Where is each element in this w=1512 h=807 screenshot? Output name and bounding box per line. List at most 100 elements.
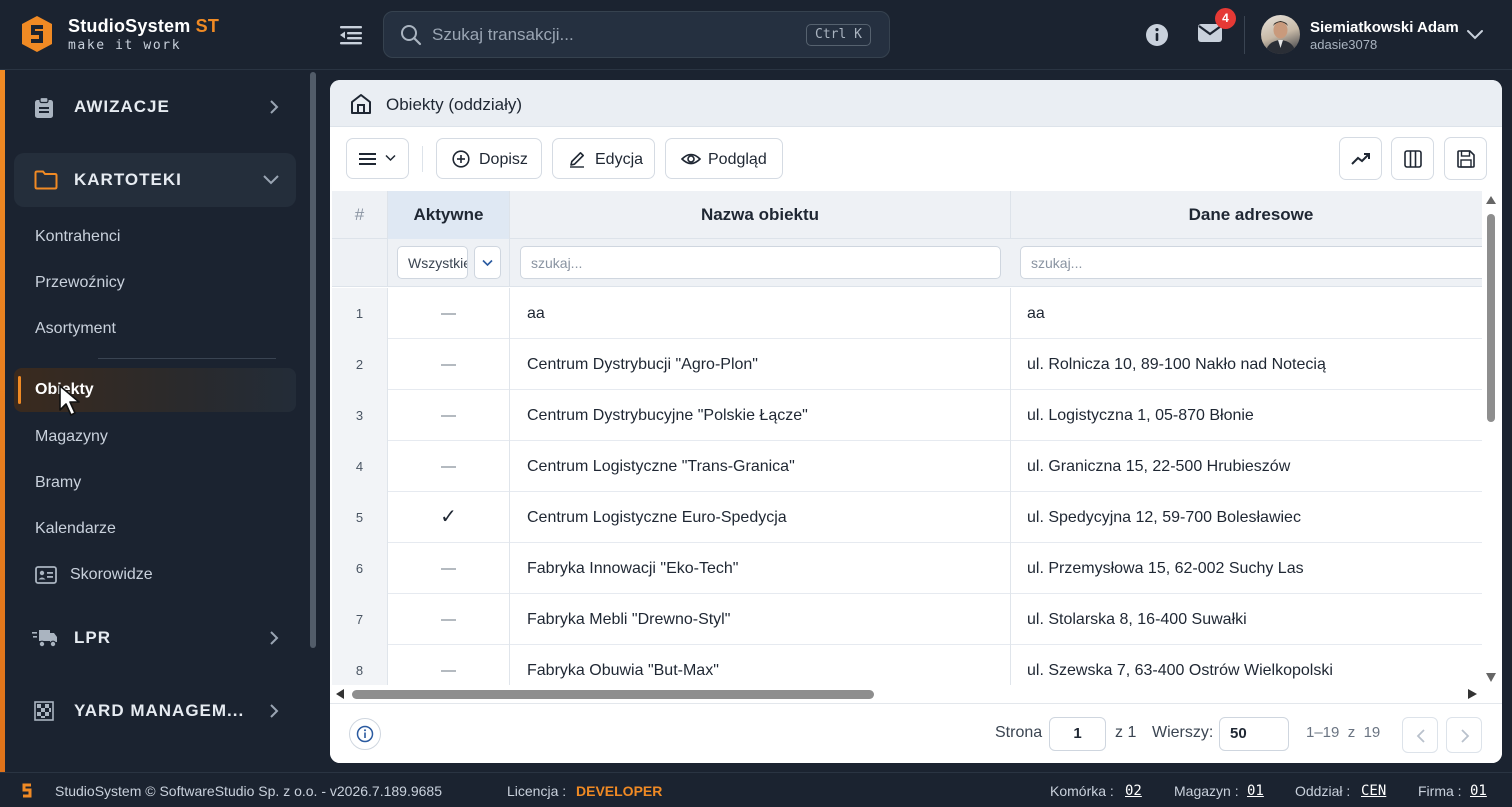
chevron-left-icon bbox=[1416, 729, 1425, 743]
trending-up-icon bbox=[1351, 153, 1370, 165]
columns-button[interactable] bbox=[1391, 137, 1434, 180]
id-card-icon bbox=[35, 566, 57, 584]
column-divider bbox=[1010, 288, 1011, 339]
menu-dropdown-button[interactable] bbox=[346, 138, 409, 179]
sidebar-section-yard-management[interactable]: YARD MANAGEM... bbox=[14, 684, 296, 738]
plus-circle-icon bbox=[452, 150, 470, 168]
table-row[interactable]: 8 — Fabryka Obuwia "But-Max" ul. Szewska… bbox=[332, 645, 1482, 685]
cell-value[interactable]: 02 bbox=[1125, 783, 1142, 799]
active-column-header[interactable]: Aktywne bbox=[388, 191, 510, 239]
row-address: ul. Stolarska 8, 16-400 Suwałki bbox=[1027, 611, 1247, 628]
sidebar-item-przewoznicy[interactable]: Przewoźnicy bbox=[35, 274, 125, 292]
table-row[interactable]: 4 — Centrum Logistyczne "Trans-Granica" … bbox=[332, 441, 1482, 492]
row-address: ul. Szewska 7, 63-400 Ostrów Wielkopolsk… bbox=[1027, 662, 1333, 679]
studiosystem-small-logo-icon bbox=[22, 783, 32, 798]
edit-button[interactable]: Edycja bbox=[552, 138, 655, 179]
index-column-header[interactable]: # bbox=[332, 191, 388, 239]
table-row[interactable]: 5 ✓ Centrum Logistyczne Euro-Spedycja ul… bbox=[332, 492, 1482, 543]
table-header: # Aktywne Nazwa obiektu Dane adresowe bbox=[332, 191, 1482, 239]
chevron-right-icon bbox=[270, 100, 279, 114]
row-active-status: — bbox=[388, 390, 510, 441]
next-page-button[interactable] bbox=[1446, 717, 1482, 753]
address-column-header[interactable]: Dane adresowe bbox=[1011, 191, 1482, 239]
info-icon[interactable] bbox=[1145, 23, 1169, 47]
row-number: 3 bbox=[332, 390, 388, 441]
page-range: 1–19 z 19 bbox=[1306, 724, 1380, 741]
search-input[interactable] bbox=[432, 22, 792, 48]
row-name: Centrum Dystrybucji "Agro-Plon" bbox=[527, 356, 758, 373]
eye-icon bbox=[681, 153, 701, 165]
chevron-down-icon[interactable] bbox=[1466, 27, 1484, 41]
studiosystem-logo-icon[interactable] bbox=[22, 16, 52, 52]
add-button-label: Dopisz bbox=[479, 151, 528, 168]
warehouse-value[interactable]: 01 bbox=[1247, 783, 1264, 799]
collapse-menu-icon[interactable] bbox=[338, 22, 364, 48]
table-row[interactable]: 3 — Centrum Dystrybucyjne "Polskie Łącze… bbox=[332, 390, 1482, 441]
previous-page-button[interactable] bbox=[1402, 717, 1438, 753]
sidebar-item-asortyment[interactable]: Asortyment bbox=[35, 320, 116, 338]
floppy-disk-icon bbox=[1457, 150, 1475, 168]
active-filter-dropdown-button[interactable] bbox=[474, 246, 501, 279]
column-divider bbox=[1010, 594, 1011, 645]
table-vertical-scrollbar[interactable] bbox=[1484, 192, 1498, 686]
user-info[interactable]: Siemiatkowski Adam adasie3078 bbox=[1310, 19, 1459, 52]
row-active-status: — bbox=[388, 645, 510, 685]
sidebar-section-label: YARD MANAGEM... bbox=[74, 701, 245, 720]
user-name: Siemiatkowski Adam bbox=[1310, 19, 1459, 36]
column-divider bbox=[1010, 543, 1011, 594]
mouse-cursor-icon bbox=[59, 385, 80, 416]
row-active-status: — bbox=[388, 288, 510, 339]
rows-per-page-select[interactable]: 50 bbox=[1219, 717, 1289, 751]
sidebar-item-magazyny[interactable]: Magazyny bbox=[35, 428, 108, 446]
preview-button[interactable]: Podgląd bbox=[665, 138, 783, 179]
table-horizontal-scrollbar[interactable] bbox=[332, 686, 1482, 702]
sidebar-section-lpr[interactable]: LPR bbox=[14, 611, 296, 665]
table-row[interactable]: 7 — Fabryka Mebli "Drewno-Styl" ul. Stol… bbox=[332, 594, 1482, 645]
truck-icon bbox=[32, 630, 57, 648]
row-active-status: — bbox=[388, 594, 510, 645]
grid-footer: Strona 1 z 1 Wierszy: 50 1–19 z 19 bbox=[330, 703, 1502, 763]
row-address: ul. Rolnicza 10, 89-100 Nakło nad Noteci… bbox=[1027, 356, 1326, 373]
range-value: 1–19 bbox=[1306, 724, 1340, 741]
sidebar-section-label: LPR bbox=[74, 628, 111, 647]
sidebar-item-kontrahenci[interactable]: Kontrahenci bbox=[35, 228, 120, 246]
license-label: Licencja : bbox=[507, 783, 567, 799]
trend-chart-button[interactable] bbox=[1339, 137, 1382, 180]
row-name: Fabryka Obuwia "But-Max" bbox=[527, 662, 719, 679]
edit-button-label: Edycja bbox=[595, 151, 644, 168]
sidebar-item-bramy[interactable]: Bramy bbox=[35, 474, 81, 492]
active-indicator bbox=[18, 376, 21, 404]
page-number-input[interactable]: 1 bbox=[1049, 717, 1106, 751]
preview-button-label: Podgląd bbox=[708, 151, 767, 168]
range-of-label: z bbox=[1347, 724, 1356, 741]
page-of-label: z 1 bbox=[1115, 724, 1137, 741]
sidebar-section-awizacje[interactable]: AWIZACJE bbox=[14, 80, 296, 134]
sidebar-item-kalendarze[interactable]: Kalendarze bbox=[35, 520, 116, 538]
table-row[interactable]: 2 — Centrum Dystrybucji "Agro-Plon" ul. … bbox=[332, 339, 1482, 390]
grid-info-button[interactable] bbox=[349, 718, 381, 750]
name-filter-input[interactable] bbox=[520, 246, 1001, 279]
filter-row-spacer bbox=[332, 239, 388, 287]
search-box[interactable]: Ctrl K bbox=[383, 11, 890, 58]
table-row[interactable]: 6 — Fabryka Innowacji "Eko-Tech" ul. Prz… bbox=[332, 543, 1482, 594]
sidebar-section-kartoteki[interactable]: KARTOTEKI bbox=[14, 153, 296, 207]
add-button[interactable]: Dopisz bbox=[436, 138, 542, 179]
save-button[interactable] bbox=[1444, 137, 1487, 180]
avatar[interactable] bbox=[1261, 15, 1300, 54]
header-divider bbox=[1244, 16, 1245, 54]
active-filter-select[interactable]: Wszystkie bbox=[397, 246, 468, 279]
row-address: aa bbox=[1027, 305, 1045, 322]
name-column-header[interactable]: Nazwa obiektu bbox=[510, 191, 1011, 239]
row-number: 4 bbox=[332, 441, 388, 492]
address-filter-input[interactable] bbox=[1020, 246, 1482, 279]
pencil-icon bbox=[570, 152, 584, 168]
home-icon[interactable] bbox=[349, 92, 373, 116]
sidebar-scrollbar[interactable] bbox=[310, 72, 316, 648]
row-name: Fabryka Mebli "Drewno-Styl" bbox=[527, 611, 731, 628]
row-active-status: ✓ bbox=[388, 492, 510, 543]
sidebar-separator bbox=[98, 358, 276, 359]
branch-value[interactable]: CEN bbox=[1361, 783, 1386, 799]
company-value[interactable]: 01 bbox=[1470, 783, 1487, 799]
table-row[interactable]: 1 — aa aa bbox=[332, 288, 1482, 339]
sidebar-item-obiekty[interactable]: Obiekty bbox=[14, 368, 296, 416]
